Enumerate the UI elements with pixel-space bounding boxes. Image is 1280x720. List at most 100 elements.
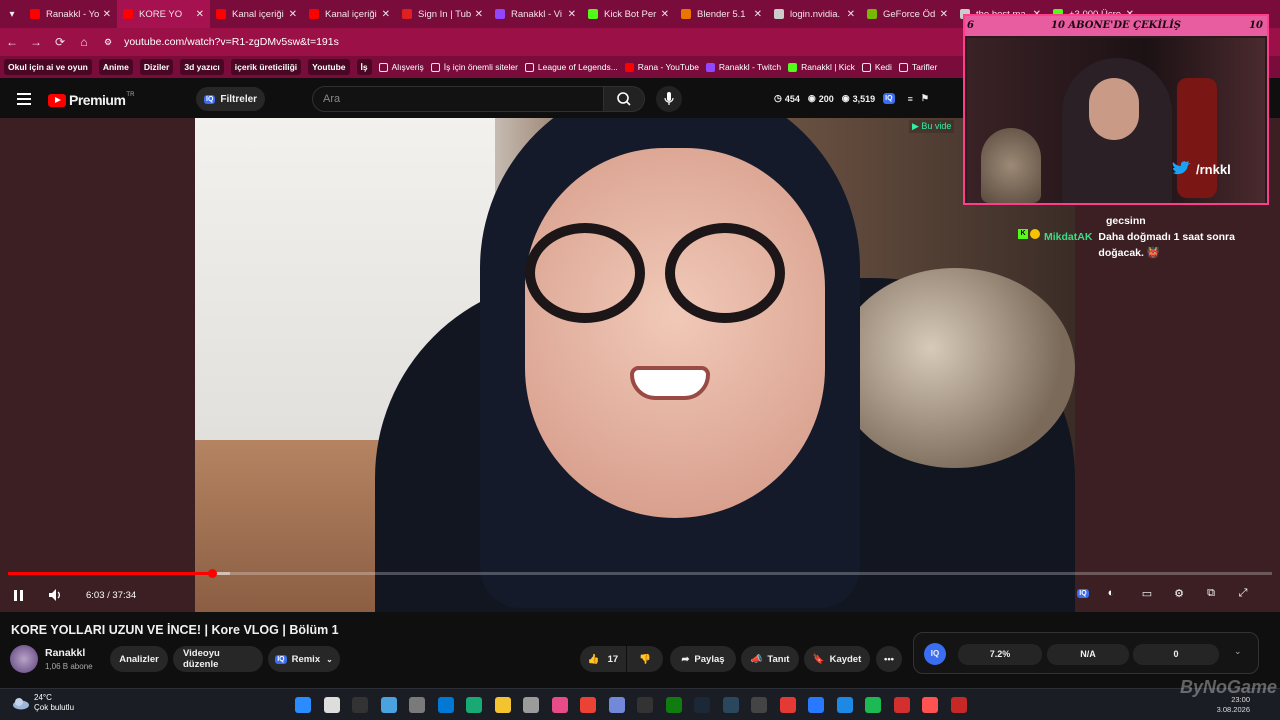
tab-close-icon[interactable]: ✕ — [475, 9, 483, 20]
browser-tab[interactable]: Kanal içeriği ✕ — [210, 0, 303, 28]
tab-close-icon[interactable]: ✕ — [940, 9, 948, 20]
bookmark-item[interactable]: Anime — [98, 59, 133, 75]
taskbar-app-icon[interactable] — [409, 697, 425, 713]
taskbar-app-icon[interactable] — [836, 697, 853, 713]
filters-button[interactable]: IQ Filtreler — [196, 87, 266, 111]
taskbar-app-icon[interactable] — [437, 697, 454, 713]
home-icon[interactable]: ⌂ — [72, 35, 96, 49]
channel-avatar[interactable] — [10, 645, 38, 673]
bookmark-item[interactable]: İş için önemli siteler — [430, 62, 518, 72]
tab-close-icon[interactable]: ✕ — [103, 9, 111, 20]
volume-icon[interactable] — [48, 584, 64, 606]
taskbar-app-icon[interactable] — [295, 697, 311, 713]
tab-close-icon[interactable]: ✕ — [568, 9, 576, 20]
like-button[interactable]: 👍 17 — [580, 646, 626, 672]
tab-close-icon[interactable]: ✕ — [754, 9, 762, 20]
bookmark-item[interactable]: içerik üreticiliği — [230, 59, 302, 75]
bookmark-item[interactable]: Ranakkl - Twitch — [705, 62, 781, 72]
browser-tab[interactable]: KORE YO ✕ — [117, 0, 210, 28]
iq-player-icon[interactable]: IQ — [1074, 584, 1092, 602]
tab-close-icon[interactable]: ✕ — [196, 9, 204, 20]
browser-tab[interactable]: Kanal içeriği ✕ — [303, 0, 396, 28]
analytics-button[interactable]: Analizler — [110, 646, 168, 672]
channel-name[interactable]: Ranakkl — [45, 647, 85, 659]
voice-search-button[interactable] — [656, 86, 682, 112]
taskbar-app-icon[interactable] — [352, 697, 368, 713]
browser-tab[interactable]: Ranakkl - Vi ✕ — [489, 0, 582, 28]
hamburger-menu-icon[interactable] — [17, 93, 31, 108]
site-info-icon[interactable]: ⚙ — [104, 37, 112, 48]
taskbar-app-icon[interactable] — [466, 697, 482, 713]
taskbar-app-icon[interactable] — [665, 697, 682, 713]
taskbar-app-icon[interactable] — [922, 697, 938, 713]
browser-tab[interactable]: Kick Bot Per ✕ — [582, 0, 675, 28]
bookmark-item[interactable]: Okul için ai ve oyun — [4, 59, 92, 75]
settings-gear-icon[interactable]: ⚙ — [1170, 584, 1188, 602]
tab-close-icon[interactable]: ✕ — [847, 9, 855, 20]
taskbar-app-icon[interactable] — [865, 697, 881, 713]
subtitles-icon[interactable]: ▭ — [1138, 584, 1156, 602]
miniplayer-icon[interactable]: ⧉ — [1202, 584, 1220, 602]
share-button[interactable]: ➦ Paylaş — [670, 646, 736, 672]
tab-close-icon[interactable]: ✕ — [382, 9, 390, 20]
search-button[interactable] — [603, 86, 645, 112]
more-actions-icon[interactable]: ••• — [876, 646, 902, 672]
tab-close-icon[interactable]: ✕ — [289, 9, 297, 20]
bookmark-item[interactable]: Ranakkl | Kick — [788, 62, 855, 72]
taskbar-app-icon[interactable] — [323, 697, 340, 713]
bookmark-item[interactable]: Diziler — [139, 59, 174, 75]
bookmark-item[interactable]: Tarifler — [898, 62, 937, 72]
url-field[interactable]: youtube.com/watch?v=R1-zgDMv5sw&t=191s — [124, 36, 339, 48]
promote-button[interactable]: 📣 Tanıt — [741, 646, 799, 672]
taskbar-app-icon[interactable] — [950, 697, 967, 713]
taskbar-app-icon[interactable] — [893, 697, 910, 713]
taskbar-app-icon[interactable] — [494, 697, 511, 713]
list-icon[interactable]: ≡ — [908, 93, 913, 104]
taskbar-app-icon[interactable] — [608, 697, 625, 713]
edit-video-button[interactable]: Videoyu düzenle — [173, 646, 263, 672]
iq-panel-icon[interactable]: IQ — [924, 643, 946, 665]
scrubber-handle[interactable] — [207, 569, 217, 578]
dislike-button[interactable]: 👎 — [627, 646, 663, 672]
taskbar-app-icon[interactable] — [580, 697, 596, 713]
remix-button[interactable]: IQ Remix ⌄ — [268, 646, 340, 672]
taskbar-app-icon[interactable] — [751, 697, 767, 713]
browser-tab[interactable]: Sign In | Tub ✕ — [396, 0, 489, 28]
browser-tab[interactable]: login.nvidia. ✕ — [768, 0, 861, 28]
reload-icon[interactable]: ⟳ — [48, 35, 72, 49]
save-button[interactable]: 🔖 Kaydet — [804, 646, 870, 672]
taskbar-app-icon[interactable] — [523, 697, 539, 713]
bookmark-item[interactable]: 3d yazıcı — [180, 59, 224, 75]
bookmark-item[interactable]: Kedi — [861, 62, 892, 72]
tab-list-chevron-icon[interactable]: ▾ — [0, 0, 24, 28]
weather-widget[interactable]: 24°C Çok bulutlu — [12, 693, 74, 713]
pause-icon[interactable] — [14, 584, 28, 606]
browser-tab[interactable]: Blender 5.1 ✕ — [675, 0, 768, 28]
back-icon[interactable]: ← — [0, 35, 24, 49]
taskbar-app-icon[interactable] — [779, 697, 796, 713]
taskbar-app-icon[interactable] — [380, 697, 397, 713]
bookmark-item[interactable]: Youtube — [308, 59, 350, 75]
taskbar-app-icon[interactable] — [808, 697, 824, 713]
taskbar-app-icon[interactable] — [722, 697, 739, 713]
browser-tab[interactable]: Ranakkl - Yo ✕ — [24, 0, 117, 28]
bookmark-item[interactable]: League of Legends... — [524, 62, 618, 72]
tab-close-icon[interactable]: ✕ — [661, 9, 669, 20]
taskbar-app-icon[interactable] — [551, 697, 568, 713]
bookmark-item[interactable]: İş — [356, 59, 372, 75]
youtube-logo[interactable]: Premium TR — [48, 92, 134, 108]
system-clock[interactable]: 23:00 3.08.2026 — [1217, 695, 1250, 715]
expand-chevron-icon[interactable]: ⌄ — [1234, 646, 1242, 657]
iq-header-icon[interactable]: IQ — [883, 93, 895, 104]
taskbar-app-icon[interactable] — [637, 697, 653, 713]
forward-icon[interactable]: → — [24, 35, 48, 49]
notification-icon[interactable]: ⚑ — [921, 93, 929, 104]
autoplay-toggle-icon[interactable]: ◐ — [1102, 584, 1120, 602]
bookmark-item[interactable]: Rana - YouTube — [624, 62, 699, 72]
taskbar-app-icon[interactable] — [694, 697, 710, 713]
fullscreen-icon[interactable]: ⤢ — [1234, 584, 1252, 602]
browser-tab[interactable]: GeForce Öd ✕ — [861, 0, 954, 28]
bookmark-item[interactable]: Alışveriş — [378, 62, 424, 72]
search-input[interactable]: Ara — [312, 86, 604, 112]
bu-video-badge[interactable]: ▶ Bu vide — [909, 120, 955, 133]
